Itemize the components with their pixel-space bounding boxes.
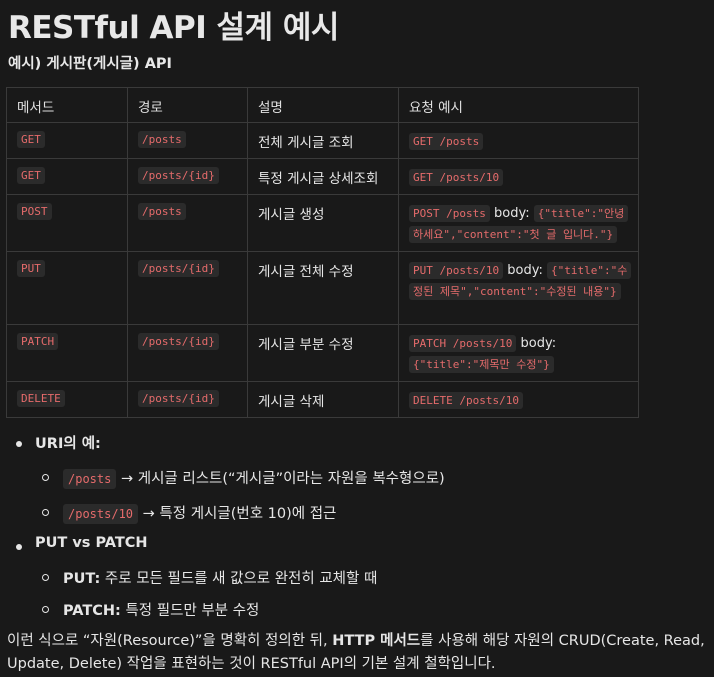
paragraph-bold: HTTP 메서드 xyxy=(332,633,421,649)
page-title: RESTful API 설계 예시 xyxy=(8,10,339,46)
request-code: GET /posts/10 xyxy=(409,169,504,186)
table-header-row: 메서드 경로 설명 요청 예시 xyxy=(6,87,639,123)
path-cell: /posts/{id} xyxy=(127,158,248,195)
request-code: GET /posts xyxy=(409,133,484,150)
method-cell: PUT xyxy=(6,251,128,325)
method-code: PATCH xyxy=(17,333,59,350)
paragraph-text: 이런 식으로 “자원(Resource)”을 명확히 정의한 뒤, xyxy=(7,633,333,649)
path-cell: /posts/{id} xyxy=(127,381,248,418)
description-cell: 게시글 생성 xyxy=(247,194,399,252)
request-code: PUT /posts/10 xyxy=(409,262,504,279)
request-code: PATCH /posts/10 xyxy=(409,335,517,352)
description-cell: 전체 게시글 조회 xyxy=(247,122,399,159)
request-cell: PUT /posts/10 body: {"title":"수정된 제목","c… xyxy=(398,251,639,325)
path-code: /posts/{id} xyxy=(138,167,219,184)
request-cell: PATCH /posts/10 body: {"title":"제목만 수정"} xyxy=(398,324,639,382)
put-text: 주로 모든 필드를 새 값으로 완전히 교체할 때 xyxy=(104,571,378,587)
uri-title: URI의 예: xyxy=(35,436,101,452)
request-code: POST /posts xyxy=(409,205,490,222)
bullet-ring-icon xyxy=(42,509,49,516)
method-code: PUT xyxy=(17,260,45,277)
request-cell: DELETE /posts/10 xyxy=(398,381,639,418)
table-row: PATCH /posts/{id} 게시글 부분 수정 PATCH /posts… xyxy=(6,324,639,382)
request-cell: GET /posts xyxy=(398,122,639,159)
patch-text: 특정 필드만 부분 수정 xyxy=(125,603,260,619)
method-cell: GET xyxy=(6,158,128,195)
table-row: PUT /posts/{id} 게시글 전체 수정 PUT /posts/10 … xyxy=(6,251,639,325)
section-subtitle: 예시) 게시판(게시글) API xyxy=(8,56,172,72)
header-path: 경로 xyxy=(127,87,248,123)
path-code: /posts/{id} xyxy=(138,390,219,407)
summary-paragraph: 이런 식으로 “자원(Resource)”을 명확히 정의한 뒤, HTTP 메… xyxy=(7,630,713,676)
body-code: {"title":"제목만 수정"} xyxy=(409,356,554,373)
method-cell: PATCH xyxy=(6,324,128,382)
method-code: GET xyxy=(17,167,45,184)
table-row: GET /posts/{id} 특정 게시글 상세조회 GET /posts/1… xyxy=(6,158,639,195)
bullet-dot-icon xyxy=(16,441,22,447)
description-cell: 게시글 삭제 xyxy=(247,381,399,418)
uri-text: → 특정 게시글(번호 10)에 접근 xyxy=(142,506,337,522)
table-row: DELETE /posts/{id} 게시글 삭제 DELETE /posts/… xyxy=(6,381,639,418)
header-request-example: 요청 예시 xyxy=(398,87,639,123)
body-label: body: xyxy=(494,206,530,221)
method-cell: POST xyxy=(6,194,128,252)
request-code: DELETE /posts/10 xyxy=(409,392,523,409)
header-method: 메서드 xyxy=(6,87,128,123)
path-code: /posts xyxy=(138,131,186,148)
path-code: /posts/{id} xyxy=(138,333,219,350)
patch-label: PATCH: xyxy=(63,603,121,619)
method-code: DELETE xyxy=(17,390,65,407)
put-label: PUT: xyxy=(63,571,101,587)
path-cell: /posts/{id} xyxy=(127,324,248,382)
bullet-ring-icon xyxy=(42,606,49,613)
request-cell: GET /posts/10 xyxy=(398,158,639,195)
api-table: 메서드 경로 설명 요청 예시 GET /posts 전체 게시글 조회 GET… xyxy=(6,87,639,418)
bullet-ring-icon xyxy=(42,574,49,581)
uri-text: → 게시글 리스트(“게시글”이라는 자원을 복수형으로) xyxy=(120,471,445,487)
description-cell: 특정 게시글 상세조회 xyxy=(247,158,399,195)
body-label: body: xyxy=(507,263,543,278)
path-cell: /posts xyxy=(127,194,248,252)
bullet-ring-icon xyxy=(42,474,49,481)
table-row: GET /posts 전체 게시글 조회 GET /posts xyxy=(6,122,639,159)
method-cell: GET xyxy=(6,122,128,159)
table-row: POST /posts 게시글 생성 POST /posts body: {"t… xyxy=(6,194,639,252)
bullet-dot-icon xyxy=(16,544,22,550)
path-cell: /posts xyxy=(127,122,248,159)
put-patch-title: PUT vs PATCH xyxy=(35,535,148,551)
uri-code: /posts/10 xyxy=(63,504,139,524)
path-code: /posts/{id} xyxy=(138,260,219,277)
request-cell: POST /posts body: {"title":"안녕하세요","cont… xyxy=(398,194,639,252)
header-description: 설명 xyxy=(247,87,399,123)
path-code: /posts xyxy=(138,203,186,220)
method-code: POST xyxy=(17,203,52,220)
path-cell: /posts/{id} xyxy=(127,251,248,325)
description-cell: 게시글 부분 수정 xyxy=(247,324,399,382)
method-cell: DELETE xyxy=(6,381,128,418)
method-code: GET xyxy=(17,131,45,148)
description-cell: 게시글 전체 수정 xyxy=(247,251,399,325)
body-label: body: xyxy=(520,336,557,351)
uri-code: /posts xyxy=(63,469,117,489)
